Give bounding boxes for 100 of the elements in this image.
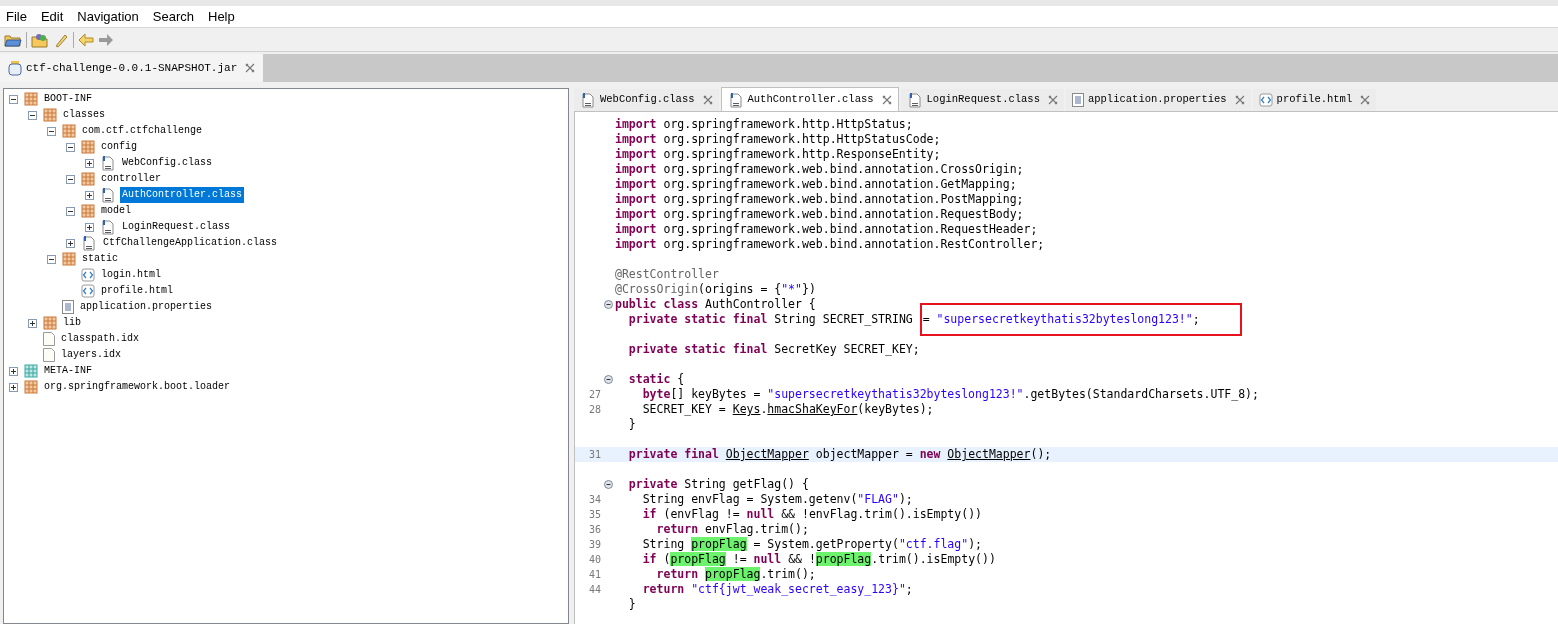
expand-icon[interactable] <box>66 238 75 248</box>
code-line: import org.springframework.web.bind.annotation.RequestHeader; <box>615 222 1038 237</box>
tree-item[interactable]: config <box>99 139 139 155</box>
editor-tab[interactable]: profile.html <box>1252 89 1377 111</box>
text-file-icon <box>1071 93 1084 107</box>
fold-icon[interactable] <box>603 480 613 489</box>
class-file-icon <box>81 235 97 251</box>
jar-icon <box>8 60 22 76</box>
editor-tab[interactable]: application.properties <box>1065 89 1251 111</box>
tree-item[interactable]: profile.html <box>99 283 175 299</box>
code-line: private static final SecretKey SECRET_KEY; <box>627 342 920 357</box>
close-icon[interactable] <box>702 95 713 105</box>
expand-icon[interactable] <box>28 318 37 328</box>
back-arrow-icon[interactable] <box>78 32 94 47</box>
tree-item[interactable]: org.springframework.boot.loader <box>42 379 233 395</box>
code-line: import org.springframework.web.bind.annotation.PostMapping; <box>615 192 1024 207</box>
menu-item[interactable]: Search <box>152 6 194 27</box>
code-line: static { <box>627 372 685 387</box>
class-file-icon <box>580 92 596 108</box>
fold-icon[interactable] <box>603 375 613 384</box>
code-line: import org.springframework.http.HttpStatusCode; <box>615 132 941 147</box>
markup-file-icon <box>81 284 95 298</box>
tree-item[interactable]: BOOT-INF <box>42 91 94 107</box>
tree-item[interactable]: META-INF <box>42 363 94 379</box>
line-number: 34 <box>588 494 601 505</box>
code-line: import org.springframework.web.bind.annotation.RequestBody; <box>615 207 1024 222</box>
tree-item[interactable]: com.ctf.ctfchallenge <box>80 123 205 139</box>
menu-item[interactable]: Help <box>208 6 235 27</box>
editor-tab[interactable]: WebConfig.class <box>574 89 719 111</box>
code-line: public class AuthController { <box>615 297 816 312</box>
markup-file-icon <box>81 268 95 282</box>
code-line: SECRET_KEY = Keys.hmacShaKeyFor(keyBytes); <box>641 402 934 417</box>
line-number: 27 <box>588 389 601 400</box>
tree-item[interactable]: WebConfig.class <box>120 155 214 171</box>
package-icon <box>81 140 95 154</box>
editor-tab[interactable]: LoginRequest.class <box>900 89 1064 111</box>
collapse-icon[interactable] <box>9 94 18 104</box>
text-file-icon <box>62 300 74 314</box>
tree-item[interactable]: AuthController.class <box>120 187 245 203</box>
code-line: import org.springframework.web.bind.annotation.RestController; <box>615 237 1045 252</box>
package-icon <box>24 380 38 394</box>
package-icon <box>62 252 76 266</box>
package-icon <box>43 316 57 330</box>
menu-item[interactable]: File <box>6 6 27 27</box>
collapse-icon[interactable] <box>66 142 75 152</box>
line-number: 44 <box>588 584 601 595</box>
tree-item[interactable]: login.html <box>99 267 163 283</box>
package-icon <box>62 124 76 138</box>
file-tab[interactable]: ctf-challenge-0.0.1-SNAPSHOT.jar <box>0 54 264 82</box>
expand-icon[interactable] <box>85 222 94 232</box>
close-icon[interactable] <box>1234 95 1245 105</box>
package-icon <box>81 172 95 186</box>
expand-icon[interactable] <box>9 366 18 376</box>
code-line: } <box>627 417 636 432</box>
tree-item[interactable]: classpath.idx <box>59 331 141 347</box>
tree-item[interactable]: classes <box>61 107 107 123</box>
editor-tab[interactable]: AuthController.class <box>720 87 899 111</box>
package-icon <box>81 204 95 218</box>
grid-box-icon <box>24 364 38 378</box>
tree-item[interactable]: static <box>80 251 120 267</box>
file-icon <box>43 348 55 362</box>
close-icon[interactable] <box>245 63 256 73</box>
collapse-icon[interactable] <box>66 174 75 184</box>
expand-icon[interactable] <box>85 190 94 200</box>
tree-item[interactable]: controller <box>99 171 163 187</box>
tree-item[interactable]: layers.idx <box>59 347 123 363</box>
collapse-icon[interactable] <box>47 254 56 264</box>
close-icon[interactable] <box>1360 95 1371 105</box>
expand-icon[interactable] <box>9 382 18 392</box>
fold-icon[interactable] <box>603 300 613 309</box>
collapse-icon[interactable] <box>47 126 56 136</box>
line-number: 35 <box>588 509 601 520</box>
expand-icon[interactable] <box>85 158 94 168</box>
close-icon[interactable] <box>881 94 892 105</box>
package-icon <box>43 108 57 122</box>
line-number: 28 <box>588 404 601 415</box>
tree-item[interactable]: lib <box>61 315 83 331</box>
menu-item[interactable]: Edit <box>40 6 64 27</box>
code-line: } <box>627 597 636 612</box>
code-line: private String getFlag() { <box>627 477 809 492</box>
collapse-icon[interactable] <box>66 206 75 216</box>
code-line: import org.springframework.http.ResponseEntity; <box>615 147 941 162</box>
collapse-icon[interactable] <box>28 110 37 120</box>
code-line: return propFlag.trim(); <box>655 567 816 582</box>
tree-item[interactable]: model <box>99 203 133 219</box>
class-file-icon <box>906 92 923 108</box>
tree-item[interactable]: LoginRequest.class <box>120 219 233 235</box>
markup-file-icon <box>1258 93 1273 107</box>
code-line: return "ctf{jwt_weak_secret_easy_123}"; <box>641 582 913 597</box>
menu-item[interactable]: Navigation <box>77 6 139 27</box>
line-number: 40 <box>588 554 601 565</box>
code-line: if (envFlag != null && !envFlag.trim().isEmpty()) <box>641 507 982 522</box>
code-line: @RestController <box>615 267 719 282</box>
close-icon[interactable] <box>1047 95 1058 105</box>
code-line: import org.springframework.http.HttpStatus; <box>615 117 913 132</box>
tree-item[interactable]: application.properties <box>78 299 215 315</box>
code-line: return envFlag.trim(); <box>655 522 809 537</box>
line-number: 39 <box>588 539 601 550</box>
folder-icon[interactable] <box>31 31 49 48</box>
tree-item[interactable]: CtfChallengeApplication.class <box>101 235 280 251</box>
